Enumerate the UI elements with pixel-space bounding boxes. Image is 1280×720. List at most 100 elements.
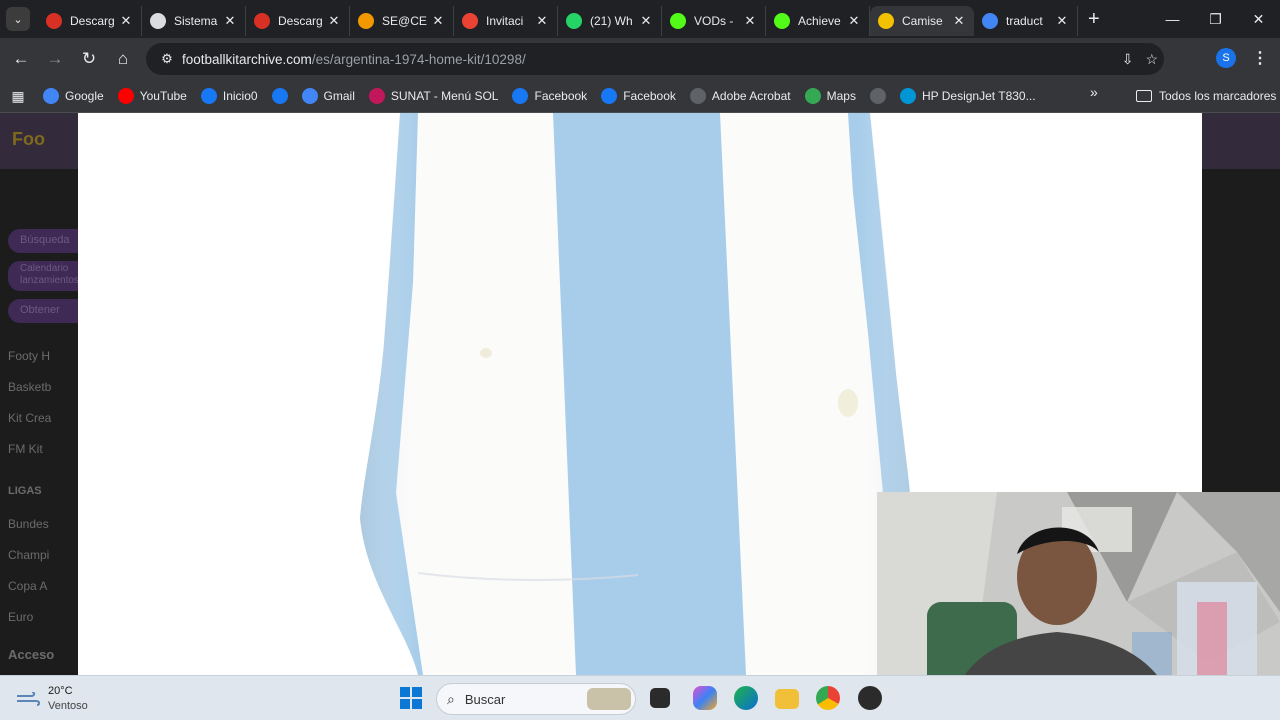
acrobat-icon [689, 88, 706, 104]
google-icon [301, 88, 318, 104]
bookmark-item[interactable]: Facebook [505, 84, 594, 108]
kick-icon [670, 13, 686, 29]
maps-icon [804, 88, 821, 104]
close-window-icon[interactable]: ✕ [1237, 0, 1280, 38]
bookmark-item[interactable]: YouTube [111, 84, 194, 108]
sunat-icon [368, 88, 385, 104]
browser-menu-icon[interactable]: ⋮ [1252, 48, 1268, 68]
close-tab-icon[interactable]: ✕ [431, 13, 445, 29]
forward-button[interactable]: → [38, 42, 72, 76]
browser-tab[interactable]: Camise ✕ [870, 6, 974, 36]
close-tab-icon[interactable]: ✕ [847, 13, 861, 29]
copilot-icon[interactable] [693, 686, 717, 710]
browser-tab[interactable]: Achieve ✕ [766, 6, 870, 36]
tab-title: SE@CE [382, 14, 427, 28]
tab-title: Descarg [70, 14, 115, 28]
close-tab-icon[interactable]: ✕ [535, 13, 549, 29]
close-tab-icon[interactable]: ✕ [1055, 13, 1069, 29]
task-view-icon[interactable] [650, 688, 670, 708]
maximize-icon[interactable]: ❐ [1194, 0, 1237, 38]
back-button[interactable]: ← [4, 42, 38, 76]
bookmark-label: Gmail [323, 89, 355, 103]
more-bookmarks-icon[interactable]: » [1090, 84, 1098, 100]
close-tab-icon[interactable]: ✕ [639, 13, 653, 29]
temperature-text: 20°C [48, 685, 73, 697]
new-tab-button[interactable]: + [1088, 8, 1100, 31]
profile-avatar[interactable]: S [1216, 48, 1236, 68]
bookmark-item[interactable]: Facebook [594, 84, 683, 108]
bookmarks-list: Google YouTube Inicio0 Gmail SUNAT - Menú SO… [36, 84, 1043, 108]
minimize-icon[interactable]: — [1151, 0, 1194, 38]
folder-icon [1136, 90, 1152, 102]
bookmark-item[interactable] [265, 84, 295, 108]
address-bar[interactable]: ⚙ footballkitarchive.com/es/argentina-19… [146, 43, 1164, 75]
league-item: Copa A [8, 579, 48, 593]
bookmark-item[interactable]: Adobe Acrobat [683, 84, 798, 108]
apps-grid-icon[interactable]: ▦ [0, 88, 36, 105]
tab-title: Sistema [174, 14, 218, 28]
bookmark-item[interactable]: Maps [798, 84, 863, 108]
orange-dot-icon [358, 13, 374, 29]
url-text[interactable]: footballkitarchive.com/es/argentina-1974… [182, 52, 526, 67]
window-controls: — ❐ ✕ [1151, 0, 1280, 38]
bookmark-item[interactable]: HP DesignJet T830... [893, 84, 1043, 108]
sidebar-item: Basketb [8, 380, 52, 394]
facebook-icon [200, 88, 217, 104]
browser-tab[interactable]: traduct ✕ [974, 6, 1078, 36]
search-icon: ⌕ [447, 690, 455, 707]
tab-search-icon[interactable]: ⌄ [6, 7, 30, 31]
gmail-icon [462, 13, 478, 29]
browser-tab[interactable]: SE@CE ✕ [350, 6, 454, 36]
edge-icon[interactable] [734, 686, 758, 710]
chrome-icon[interactable] [816, 686, 840, 710]
bookmark-label: Inicio0 [222, 89, 258, 103]
close-tab-icon[interactable]: ✕ [743, 13, 757, 29]
league-item: Bundes [8, 517, 49, 531]
bookmark-label: Facebook [623, 89, 676, 103]
windows-taskbar: 20°C Ventoso ⌕ Buscar [0, 675, 1280, 720]
bookmark-star-icon[interactable]: ☆ [1145, 51, 1158, 68]
chrome-icon [869, 88, 886, 104]
close-tab-icon[interactable]: ✕ [223, 13, 237, 29]
taskbar-search[interactable]: ⌕ Buscar [436, 683, 636, 715]
install-app-icon[interactable]: ⇩ [1122, 51, 1134, 68]
close-tab-icon[interactable]: ✕ [119, 13, 133, 29]
tab-strip: ⌄ Descarg ✕ Sistema ✕ Descarg ✕ SE@CE ✕ Invitaci… [0, 0, 1280, 38]
bookmark-label: Adobe Acrobat [711, 89, 791, 103]
reload-button[interactable]: ↻ [72, 42, 106, 76]
sidebar-item: Footy H [8, 349, 51, 363]
bookmark-item[interactable]: Google [36, 84, 111, 108]
kick-icon [774, 13, 790, 29]
browser-tab[interactable]: Invitaci ✕ [454, 6, 558, 36]
footballkit-icon [878, 13, 894, 29]
tab-title: Invitaci [486, 14, 524, 28]
app-icon[interactable] [858, 686, 882, 710]
sidebar-item: Kit Crea [8, 411, 52, 425]
browser-tab[interactable]: VODs - ✕ [662, 6, 766, 36]
weather-text: Ventoso [48, 700, 88, 712]
home-button[interactable]: ⌂ [106, 42, 140, 76]
all-bookmarks-button[interactable]: Todos los marcadores [1136, 84, 1276, 108]
windows-start-icon[interactable] [400, 687, 422, 709]
bookmark-item[interactable]: Gmail [295, 84, 362, 108]
facebook-icon [512, 88, 529, 104]
bookmark-item[interactable]: Inicio0 [194, 84, 265, 108]
bookmark-item[interactable]: SUNAT - Menú SOL [362, 84, 506, 108]
site-info-icon[interactable]: ⚙ [152, 51, 182, 67]
browser-tab[interactable]: Descarg ✕ [246, 6, 350, 36]
weather-widget[interactable]: 20°C Ventoso [16, 684, 88, 714]
browser-tab[interactable]: (21) Wh ✕ [558, 6, 662, 36]
file-explorer-icon[interactable] [775, 689, 799, 709]
close-tab-icon[interactable]: ✕ [952, 13, 966, 29]
tab-title: Descarg [278, 14, 323, 28]
browser-tab[interactable]: Descarg ✕ [38, 6, 142, 36]
google-icon [43, 88, 59, 104]
facebook-icon [271, 88, 288, 104]
tab-title: VODs - [694, 14, 734, 28]
bookmark-item[interactable] [863, 84, 893, 108]
browser-tab[interactable]: Sistema ✕ [142, 6, 246, 36]
tab-title: (21) Wh [590, 14, 633, 28]
league-item: Champi [8, 548, 50, 562]
bookmark-label: YouTube [139, 89, 187, 103]
close-tab-icon[interactable]: ✕ [327, 13, 341, 29]
